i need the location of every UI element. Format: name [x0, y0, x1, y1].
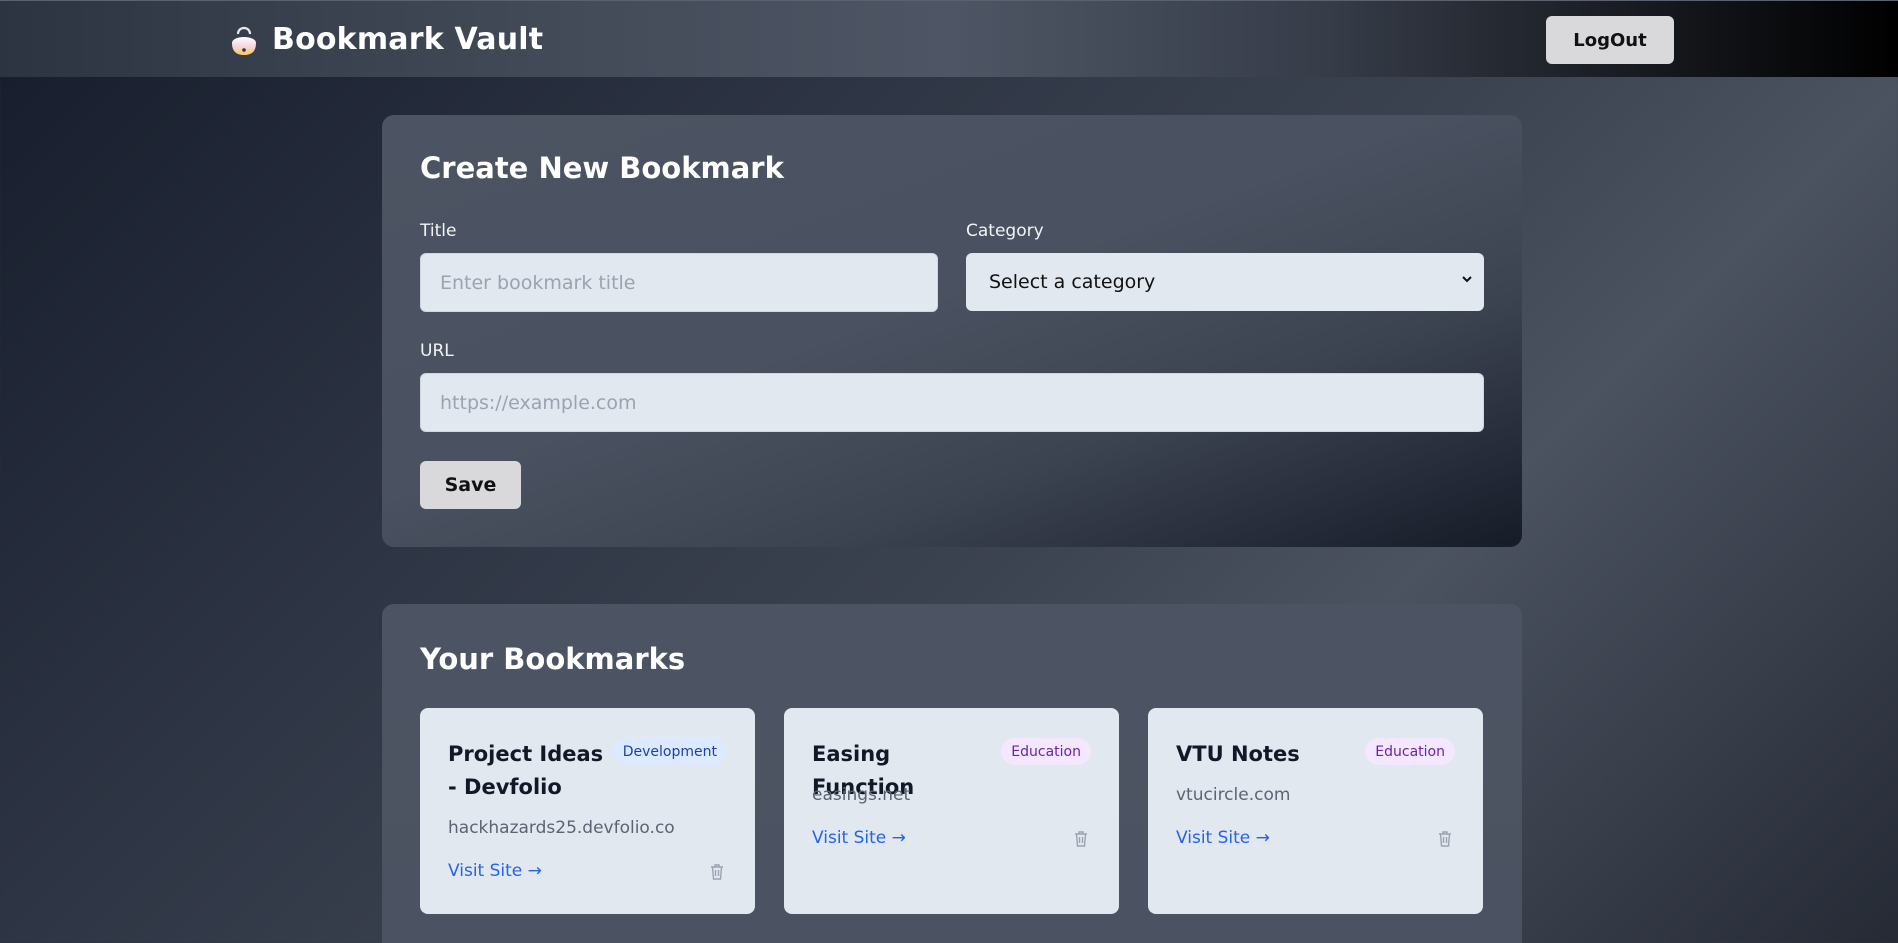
bookmark-domain: easings.net [812, 785, 911, 805]
trash-icon[interactable] [1437, 830, 1453, 848]
category-badge: Development [612, 738, 727, 765]
category-badge: Education [1001, 738, 1091, 765]
visit-site-link[interactable]: Visit Site → [1176, 828, 1270, 848]
title-label: Title [420, 221, 457, 241]
bookmark-title: Project Ideas - Devfolio [448, 742, 604, 799]
logout-button[interactable]: LogOut [1546, 16, 1674, 64]
url-input[interactable]: https://example.com [420, 373, 1484, 432]
category-select-value: Select a category [989, 271, 1156, 293]
navbar: Bookmark Vault LogOut [0, 0, 1898, 77]
url-label: URL [420, 341, 454, 361]
app-title: Bookmark Vault [272, 21, 544, 57]
visit-site-link[interactable]: Visit Site → [812, 828, 906, 848]
bookmarks-panel: Your Bookmarks Project Ideas - Devfolio … [382, 604, 1522, 943]
bookmark-title: VTU Notes [1176, 742, 1300, 766]
save-button[interactable]: Save [420, 461, 521, 509]
trash-icon[interactable] [709, 863, 725, 881]
brand[interactable]: Bookmark Vault [228, 19, 543, 59]
create-bookmark-panel: Create New Bookmark Title Enter bookmark… [382, 115, 1522, 547]
visit-site-link[interactable]: Visit Site → [448, 861, 542, 881]
create-bookmark-heading: Create New Bookmark [420, 151, 784, 185]
bag-icon [232, 26, 256, 55]
category-select[interactable]: Select a category [966, 253, 1484, 311]
bookmark-card: Easing Function Education easings.net Vi… [784, 708, 1119, 914]
trash-icon[interactable] [1073, 830, 1089, 848]
bookmark-domain: hackhazards25.devfolio.co [448, 818, 675, 838]
bookmark-domain: vtucircle.com [1176, 785, 1291, 805]
category-badge: Education [1365, 738, 1455, 765]
category-label: Category [966, 221, 1044, 241]
chevron-down-icon [1462, 276, 1472, 283]
bookmarks-heading: Your Bookmarks [420, 642, 686, 676]
bookmark-card: VTU Notes Education vtucircle.com Visit … [1148, 708, 1483, 914]
bookmark-card: Project Ideas - Devfolio Development hac… [420, 708, 755, 914]
title-input[interactable]: Enter bookmark title [420, 253, 938, 312]
